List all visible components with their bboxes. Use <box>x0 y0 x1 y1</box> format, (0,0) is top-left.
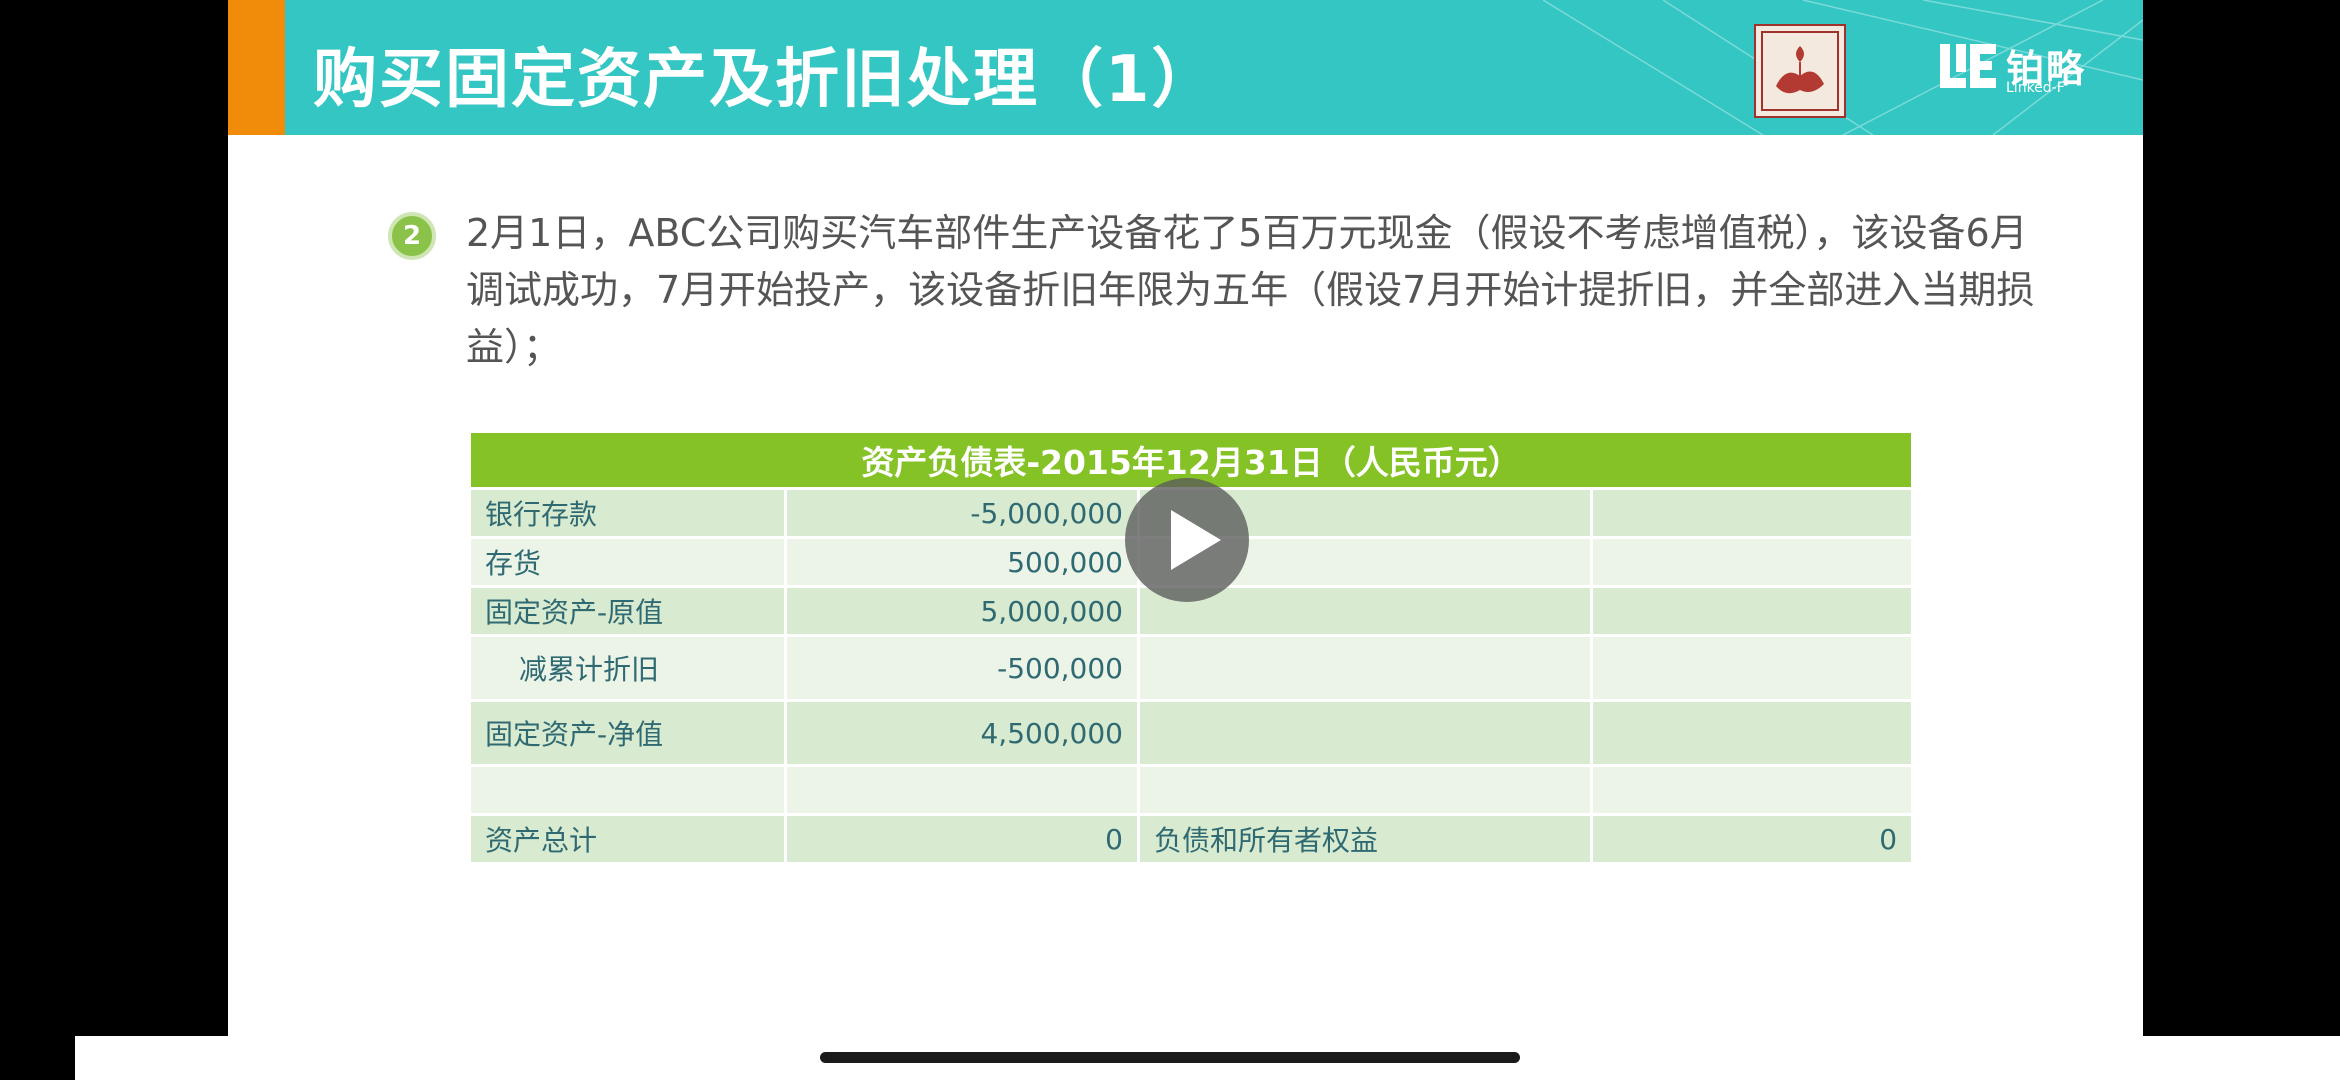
row-label-right <box>1140 767 1590 813</box>
row-value-right <box>1593 702 1912 764</box>
row-value-right <box>1593 767 1912 813</box>
slide-header: 购买固定资产及折旧处理（1） 铂略 Linked-F <box>228 0 2143 135</box>
row-label: 减累计折旧 <box>471 637 784 699</box>
slide-title: 购买固定资产及折旧处理（1） <box>313 43 1218 117</box>
home-indicator[interactable] <box>820 1052 1520 1063</box>
row-value-right <box>1593 588 1912 634</box>
row-label: 存货 <box>471 539 784 585</box>
bullet-number-badge: 2 <box>388 212 436 260</box>
row-label-right <box>1140 702 1590 764</box>
stamp-logo-icon <box>1754 24 1846 118</box>
row-label-right <box>1140 637 1590 699</box>
brand-subtitle: Linked-F <box>2006 80 2065 96</box>
brand-logo: 铂略 Linked-F <box>1938 38 2098 98</box>
row-value: -5,000,000 <box>787 490 1137 536</box>
slide-paragraph: 2月1日，ABC公司购买汽车部件生产设备花了5百万元现金（假设不考虑增值税），该… <box>466 211 2035 369</box>
table-row <box>471 767 1912 813</box>
row-value-right <box>1593 490 1912 536</box>
row-label: 固定资产-净值 <box>471 702 784 764</box>
row-value-right: 0 <box>1593 816 1912 862</box>
row-label: 固定资产-原值 <box>471 588 784 634</box>
row-label: 银行存款 <box>471 490 784 536</box>
row-label: 资产总计 <box>471 816 784 862</box>
row-value-right <box>1593 539 1912 585</box>
play-icon <box>1171 510 1221 570</box>
row-label <box>471 767 784 813</box>
row-value: -500,000 <box>787 637 1137 699</box>
row-value: 500,000 <box>787 539 1137 585</box>
row-label-right: 负债和所有者权益 <box>1140 816 1590 862</box>
row-value: 5,000,000 <box>787 588 1137 634</box>
table-row: 减累计折旧 -500,000 <box>471 637 1912 699</box>
row-value-right <box>1593 637 1912 699</box>
table-row: 资产总计 0 负债和所有者权益 0 <box>471 816 1912 862</box>
row-value: 4,500,000 <box>787 702 1137 764</box>
brand-logo-icon <box>1940 44 1996 88</box>
play-button[interactable] <box>1125 478 1249 602</box>
row-value: 0 <box>787 816 1137 862</box>
table-row: 固定资产-净值 4,500,000 <box>471 702 1912 764</box>
row-value <box>787 767 1137 813</box>
header-accent-bar <box>228 0 285 135</box>
